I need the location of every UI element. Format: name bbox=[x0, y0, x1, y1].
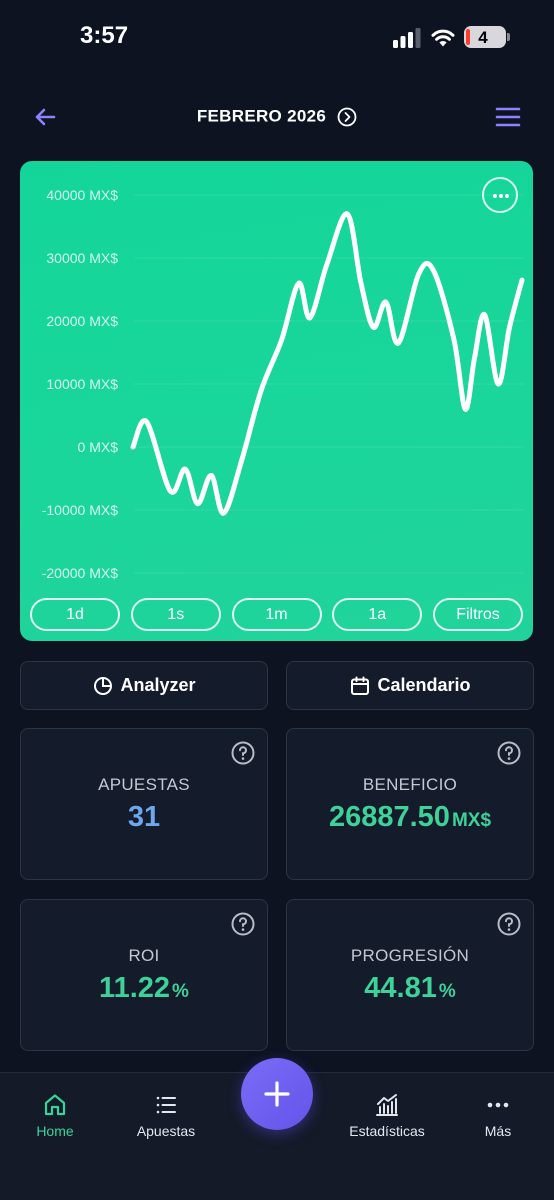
nav-home-label: Home bbox=[36, 1123, 74, 1139]
hamburger-menu-icon[interactable] bbox=[494, 104, 522, 130]
nav-bets[interactable]: Apuestas bbox=[111, 1092, 221, 1139]
more-options-button[interactable] bbox=[482, 177, 518, 213]
more-dots-icon bbox=[487, 1102, 509, 1108]
profit-stat-card[interactable]: BENEFICIO 26887.50 MX$ bbox=[286, 728, 534, 880]
y-tick-label: -10000 MX$ bbox=[42, 502, 118, 518]
roi-value: 11.22% bbox=[99, 972, 189, 1004]
nav-home[interactable]: Home bbox=[0, 1092, 110, 1139]
bets-stat-card[interactable]: APUESTAS 31 bbox=[20, 728, 268, 880]
analyzer-label: Analyzer bbox=[120, 675, 196, 695]
status-bar: 3:57 4 bbox=[0, 0, 554, 76]
bets-label: APUESTAS bbox=[98, 775, 190, 794]
y-tick-label: 30000 MX$ bbox=[46, 250, 118, 266]
range-1m-button[interactable]: 1m bbox=[231, 598, 322, 631]
status-time: 3:57 bbox=[80, 22, 129, 49]
y-tick-label: 10000 MX$ bbox=[46, 376, 118, 392]
battery-level: 4 bbox=[478, 28, 488, 47]
y-tick-label: 20000 MX$ bbox=[46, 313, 118, 329]
roi-label: ROI bbox=[128, 946, 160, 965]
profit-chart-card: 40000 MX$ 30000 MX$ 20000 MX$ 10000 MX$ 0 MX… bbox=[20, 161, 533, 641]
range-1a-button[interactable]: 1a bbox=[332, 598, 423, 631]
nav-statistics[interactable]: Estadísticas bbox=[332, 1092, 442, 1139]
roi-unit: % bbox=[172, 981, 189, 1002]
add-bet-button[interactable] bbox=[241, 1058, 313, 1130]
profit-label: BENEFICIO bbox=[362, 775, 458, 794]
range-1d-button[interactable]: 1d bbox=[30, 598, 120, 631]
calendar-button[interactable]: Calendario bbox=[286, 661, 534, 710]
pie-chart-icon bbox=[94, 676, 113, 695]
help-icon[interactable] bbox=[231, 912, 255, 936]
range-1s-button[interactable]: 1s bbox=[130, 598, 221, 631]
help-icon[interactable] bbox=[497, 912, 521, 936]
nav-bets-label: Apuestas bbox=[136, 1123, 196, 1139]
progression-stat-card[interactable]: PROGRESIÓN 44.81% bbox=[286, 899, 534, 1051]
home-icon bbox=[44, 1094, 66, 1116]
nav-more-label: Más bbox=[484, 1123, 512, 1139]
nav-statistics-label: Estadísticas bbox=[349, 1123, 425, 1139]
analyzer-button[interactable]: Analyzer bbox=[20, 661, 268, 710]
profit-value: 26887.50 MX$ bbox=[328, 801, 492, 833]
y-tick-label: 0 MX$ bbox=[78, 439, 119, 455]
progression-label: PROGRESIÓN bbox=[350, 946, 470, 965]
progression-value: 44.81% bbox=[364, 972, 456, 1004]
y-tick-label: -20000 MX$ bbox=[42, 565, 118, 581]
help-icon[interactable] bbox=[231, 741, 255, 765]
bets-value: 31 bbox=[127, 801, 161, 833]
profit-chart: 40000 MX$ 30000 MX$ 20000 MX$ 10000 MX$ 0 MX… bbox=[42, 187, 525, 581]
wifi-icon bbox=[431, 29, 455, 47]
range-selector: 1d 1s 1m 1a Filtros bbox=[30, 598, 523, 631]
progression-unit: % bbox=[438, 981, 456, 1002]
page-title: FEBRERO 2026 bbox=[196, 106, 327, 126]
profit-series-line bbox=[130, 211, 525, 516]
help-icon[interactable] bbox=[497, 741, 521, 765]
nav-more[interactable]: Más bbox=[443, 1092, 553, 1139]
list-icon bbox=[156, 1096, 176, 1114]
filters-button[interactable]: Filtros bbox=[433, 598, 523, 631]
calendar-icon bbox=[351, 676, 370, 695]
battery-icon: 4 bbox=[464, 26, 510, 48]
month-selector[interactable]: FEBRERO 2026 bbox=[0, 106, 554, 127]
roi-stat-card[interactable]: ROI 11.22% bbox=[20, 899, 268, 1051]
cellular-signal-icon bbox=[393, 28, 421, 48]
chevron-right-circle-icon[interactable] bbox=[337, 107, 357, 127]
y-tick-label: 40000 MX$ bbox=[46, 187, 118, 203]
statistics-chart-icon bbox=[376, 1094, 398, 1116]
plus-icon bbox=[264, 1081, 290, 1107]
profit-unit: MX$ bbox=[451, 810, 492, 831]
calendar-label: Calendario bbox=[377, 675, 471, 695]
